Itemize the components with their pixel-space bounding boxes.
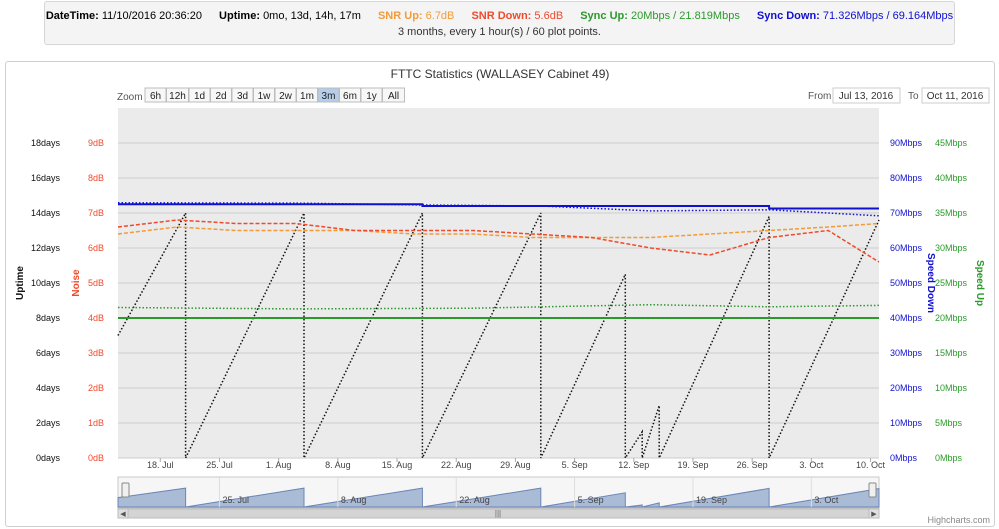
x-axis: 18. Jul 25. Jul 1. Aug 8. Aug 15. Aug 22. Aug… (147, 458, 886, 470)
x-tick-label: 26. Sep (737, 460, 768, 470)
highcharts-credit[interactable]: Highcharts.com (927, 515, 990, 525)
noise-tick-label: 5dB (88, 278, 104, 288)
uptime-tick-label: 8days (36, 313, 61, 323)
noise-tick-label: 7dB (88, 208, 104, 218)
speed-down-tick-label: 20Mbps (890, 383, 923, 393)
noise-tick-label: 1dB (88, 418, 104, 428)
speed-up-axis-title: Speed Up (974, 260, 985, 306)
uptime-tick-label: 2days (36, 418, 61, 428)
x-tick-label: 12. Sep (618, 460, 649, 470)
speed-up-tick-label: 40Mbps (935, 173, 968, 183)
noise-axis-title: Noise (71, 269, 82, 297)
speed-up-tick-label: 10Mbps (935, 383, 968, 393)
x-tick-label: 10. Oct (856, 460, 886, 470)
x-tick-label: 25. Jul (206, 460, 233, 470)
speed-down-tick-label: 80Mbps (890, 173, 923, 183)
from-date-value: Jul 13, 2016 (839, 91, 894, 102)
navigator-tick-label: 22. Aug (459, 495, 490, 505)
zoom-button-label: 6m (343, 91, 357, 102)
speed-down-tick-label: 30Mbps (890, 348, 923, 358)
navigator-tick-label: 3. Oct (814, 495, 839, 505)
uptime-tick-label: 0days (36, 453, 61, 463)
speed-up-tick-label: 20Mbps (935, 313, 968, 323)
uptime-tick-label: 18days (31, 138, 61, 148)
x-tick-label: 29. Aug (500, 460, 531, 470)
scroll-left-icon: ◀ (120, 511, 126, 518)
speed-up-tick-label: 45Mbps (935, 138, 968, 148)
speed-up-tick-label: 35Mbps (935, 208, 968, 218)
zoom-button-label: 1m (300, 91, 314, 102)
speed-down-tick-label: 90Mbps (890, 138, 923, 148)
zoom-button-label: All (388, 91, 399, 102)
navigator-tick-label: 19. Sep (696, 495, 727, 505)
navigator-right-handle[interactable] (868, 482, 877, 498)
zoom-button-label: 2d (215, 91, 226, 102)
speed-down-tick-label: 50Mbps (890, 278, 923, 288)
zoom-button-label: 2w (279, 91, 293, 102)
uptime-tick-label: 14days (31, 208, 61, 218)
speed-down-axis-title: Speed Down (925, 253, 936, 313)
uptime-tick-label: 6days (36, 348, 61, 358)
uptime-tick-label: 16days (31, 173, 61, 183)
zoom-button-label: 1d (194, 91, 205, 102)
navigator-tick-label: 8. Aug (341, 495, 367, 505)
uptime-tick-label: 4days (36, 383, 61, 393)
x-tick-label: 1. Aug (266, 460, 292, 470)
zoom-button-label: 6h (150, 91, 161, 102)
uptime-axis-title: Uptime (15, 266, 26, 300)
x-tick-label: 8. Aug (325, 460, 351, 470)
speed-up-tick-label: 25Mbps (935, 278, 968, 288)
zoom-button-label: 3d (237, 91, 248, 102)
x-tick-label: 5. Sep (562, 460, 588, 470)
speed-down-tick-label: 0Mbps (890, 453, 918, 463)
speed-down-tick-label: 10Mbps (890, 418, 923, 428)
noise-tick-label: 4dB (88, 313, 104, 323)
zoom-button-label: 12h (169, 91, 186, 102)
x-tick-label: 18. Jul (147, 460, 174, 470)
noise-tick-label: 2dB (88, 383, 104, 393)
speed-down-tick-label: 60Mbps (890, 243, 923, 253)
fttc-chart: FTTC Statistics (WALLASEY Cabinet 49) Zo… (15, 67, 990, 525)
speed-down-tick-label: 70Mbps (890, 208, 923, 218)
navigator-left-handle[interactable] (121, 482, 130, 498)
x-tick-label: 15. Aug (382, 460, 413, 470)
speed-up-tick-label: 5Mbps (935, 418, 963, 428)
noise-tick-label: 8dB (88, 173, 104, 183)
uptime-tick-label: 10days (31, 278, 61, 288)
speed-up-tick-label: 15Mbps (935, 348, 968, 358)
navigator-tick-label: 5. Sep (578, 495, 604, 505)
zoom-button-label: 1w (258, 91, 272, 102)
noise-tick-label: 0dB (88, 453, 104, 463)
zoom-label: Zoom (117, 92, 143, 103)
chart-title: FTTC Statistics (WALLASEY Cabinet 49) (391, 67, 610, 81)
speed-up-tick-label: 0Mbps (935, 453, 963, 463)
navigator-tick-label: 25. Jul (222, 495, 249, 505)
scroll-right-icon: ▶ (871, 511, 877, 518)
uptime-tick-label: 12days (31, 243, 61, 253)
zoom-button-label: 1y (366, 91, 377, 102)
zoom-button-label: 3m (322, 91, 336, 102)
x-tick-label: 22. Aug (441, 460, 472, 470)
x-tick-label: 19. Sep (677, 460, 708, 470)
to-date-value: Oct 11, 2016 (927, 91, 984, 102)
to-label: To (908, 91, 919, 102)
speed-up-tick-label: 30Mbps (935, 243, 968, 253)
from-label: From (808, 91, 831, 102)
noise-tick-label: 9dB (88, 138, 104, 148)
zoom-button-group: 6h 12h 1d 2d 3d 1w 2w 1m 3m 6m 1y All (144, 87, 405, 103)
noise-tick-label: 3dB (88, 348, 104, 358)
speed-down-tick-label: 40Mbps (890, 313, 923, 323)
noise-tick-label: 6dB (88, 243, 104, 253)
scrollbar-grip-icon: ||| (495, 509, 501, 518)
x-tick-label: 3. Oct (799, 460, 824, 470)
